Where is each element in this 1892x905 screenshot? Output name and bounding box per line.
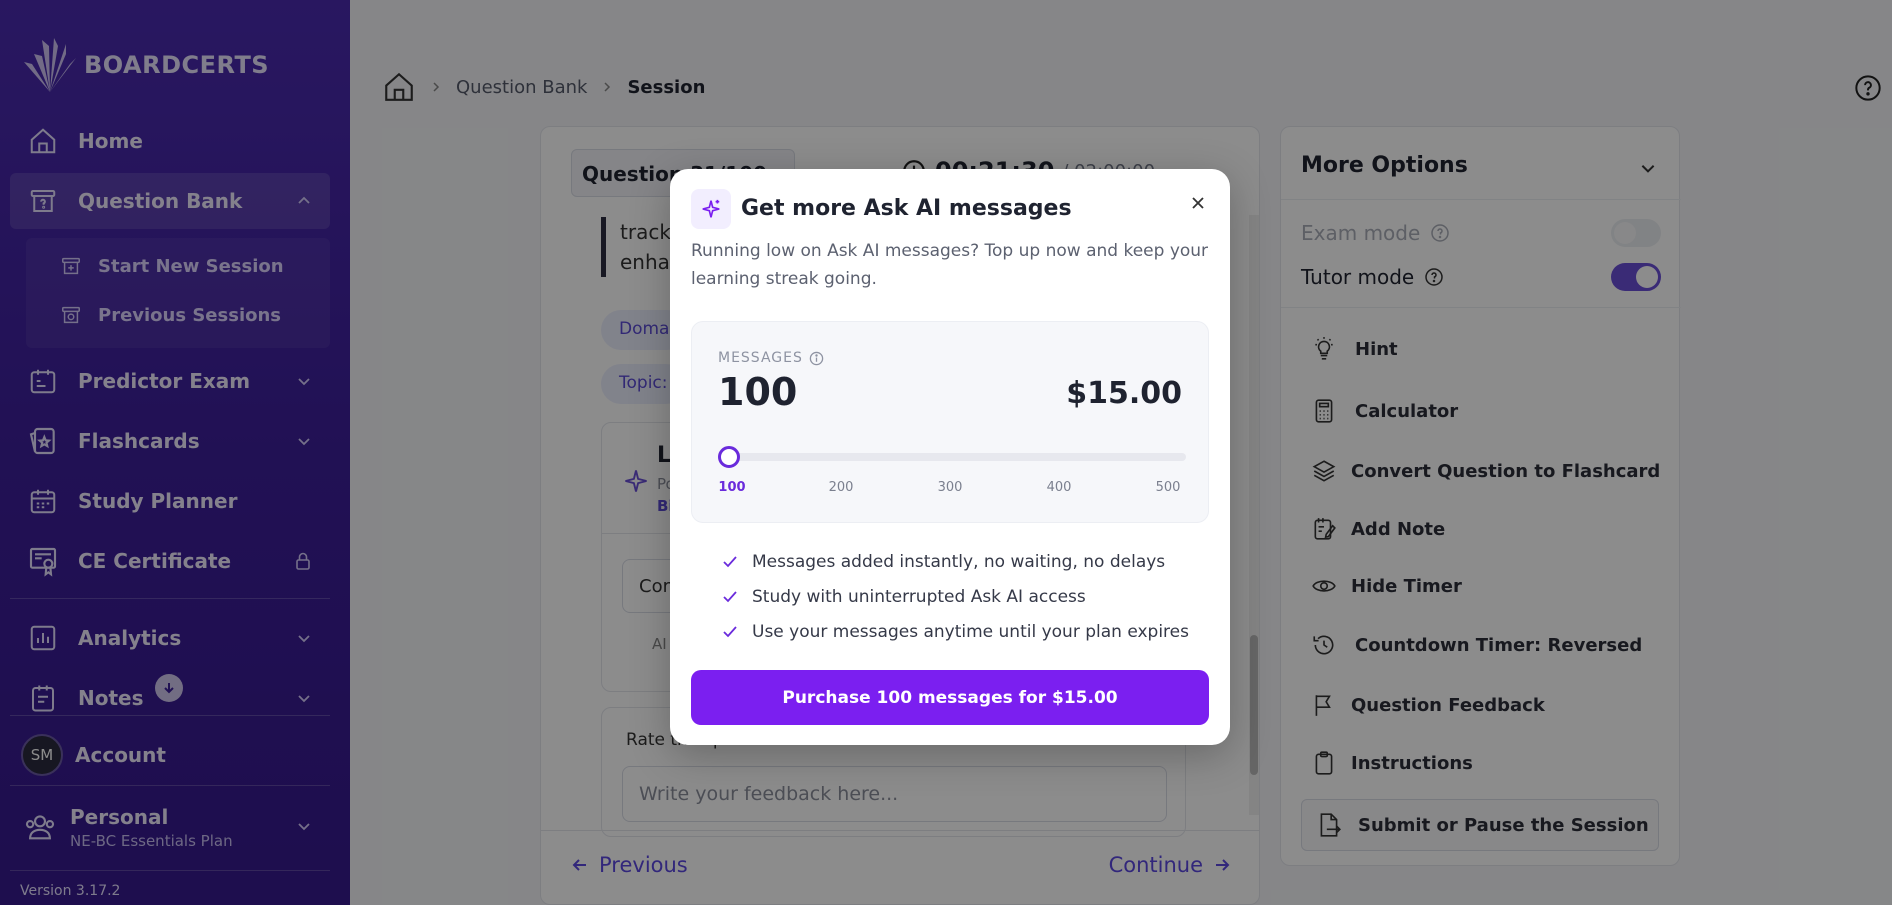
check-icon — [723, 591, 737, 603]
close-icon[interactable] — [1184, 189, 1212, 217]
messages-slider-track[interactable] — [728, 453, 1186, 461]
messages-count: 100 — [718, 370, 798, 414]
slider-tick[interactable]: 500 — [1156, 480, 1181, 495]
messages-price: $15.00 — [1066, 376, 1182, 411]
feature-item: Messages added instantly, no waiting, no… — [722, 552, 1165, 572]
messages-label: MESSAGES — [718, 350, 803, 366]
feature-text: Study with uninterrupted Ask AI access — [752, 587, 1086, 607]
ask-ai-topup-modal: Get more Ask AI messages Running low on … — [670, 169, 1230, 745]
feature-item: Use your messages anytime until your pla… — [722, 622, 1189, 642]
slider-tick[interactable]: 400 — [1047, 480, 1072, 495]
messages-slider-thumb[interactable] — [718, 446, 740, 468]
feature-item: Study with uninterrupted Ask AI access — [722, 587, 1086, 607]
check-icon — [723, 626, 737, 638]
messages-label-row: MESSAGES — [718, 350, 824, 366]
modal-description: Running low on Ask AI messages? Top up n… — [691, 241, 1209, 289]
modal-title: Get more Ask AI messages — [741, 196, 1072, 221]
feature-text: Messages added instantly, no waiting, no… — [752, 552, 1166, 572]
sparkle-icon — [691, 189, 731, 229]
purchase-button[interactable]: Purchase 100 messages for $15.00 — [691, 670, 1209, 725]
pricing-card: MESSAGES 100 $15.00 100 200 300 400 500 — [691, 321, 1209, 523]
check-icon — [723, 556, 737, 568]
slider-tick[interactable]: 300 — [938, 480, 963, 495]
slider-tick[interactable]: 100 — [718, 480, 745, 495]
feature-text: Use your messages anytime until your pla… — [752, 622, 1189, 642]
slider-tick[interactable]: 200 — [829, 480, 854, 495]
info-icon[interactable] — [809, 351, 824, 366]
